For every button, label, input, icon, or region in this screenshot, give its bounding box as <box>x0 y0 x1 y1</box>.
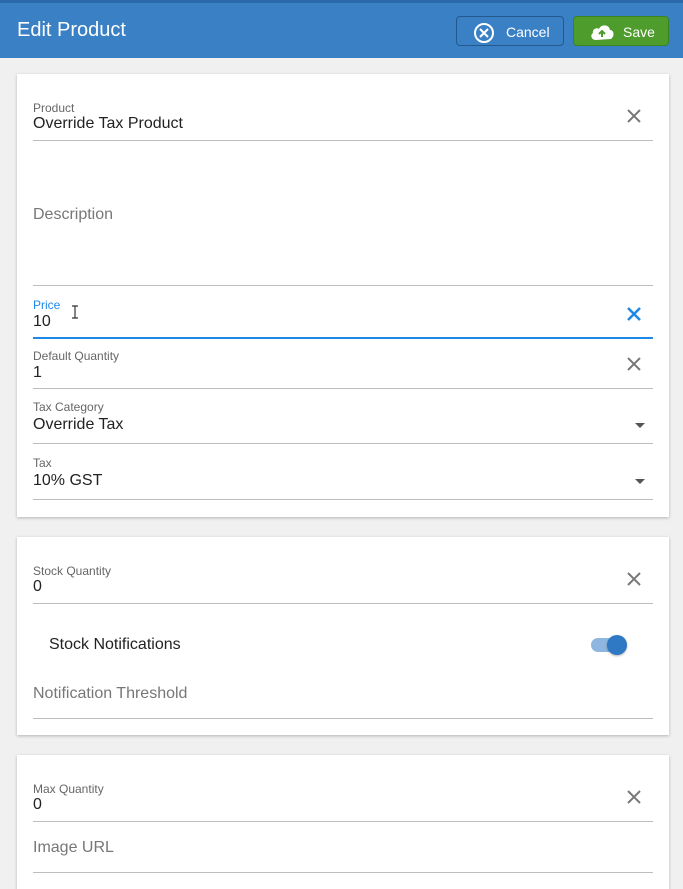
description-underline <box>33 285 653 286</box>
cancel-button[interactable]: Cancel <box>456 16 564 46</box>
stock-notifications-row: Stock Notifications <box>49 634 629 664</box>
product-value: Override Tax Product <box>33 115 183 132</box>
image-url-field[interactable]: Image URL <box>33 837 653 873</box>
max-quantity-underline <box>33 821 653 822</box>
tax-category-underline <box>33 443 653 444</box>
tax-label: Tax <box>33 456 52 470</box>
description-placeholder: Description <box>33 206 114 223</box>
cloud-upload-icon <box>591 25 614 40</box>
notification-threshold-placeholder: Notification Threshold <box>33 685 188 702</box>
text-cursor-icon <box>72 305 78 319</box>
dropdown-caret-icon[interactable] <box>635 423 645 428</box>
description-field[interactable]: Description <box>33 200 653 288</box>
save-button[interactable]: Save <box>573 16 669 46</box>
stock-quantity-field[interactable]: Stock Quantity 0 <box>33 561 653 605</box>
toggle-thumb <box>607 635 627 655</box>
stock-quantity-label: Stock Quantity <box>33 564 112 578</box>
extra-card: Max Quantity 0 Image URL <box>17 755 669 889</box>
default-quantity-underline <box>33 388 653 389</box>
price-underline <box>33 337 653 339</box>
notification-threshold-underline <box>33 718 653 719</box>
image-url-underline <box>33 872 653 873</box>
close-circle-icon <box>474 23 494 43</box>
product-label: Product <box>33 101 75 115</box>
max-quantity-label: Max Quantity <box>33 782 104 796</box>
image-url-placeholder: Image URL <box>33 839 114 856</box>
tax-category-value: Override Tax <box>33 416 124 433</box>
clear-icon[interactable] <box>627 572 641 586</box>
product-field[interactable]: Product Override Tax Product <box>33 98 653 142</box>
tax-underline <box>33 499 653 500</box>
price-label: Price <box>33 298 61 312</box>
stock-quantity-value: 0 <box>33 578 42 595</box>
app-bar: Edit Product Cancel Save <box>0 0 683 58</box>
max-quantity-field[interactable]: Max Quantity 0 <box>33 779 653 823</box>
tax-select[interactable]: Tax 10% GST <box>33 455 653 501</box>
page-title: Edit Product <box>17 19 126 41</box>
clear-icon[interactable] <box>627 790 641 804</box>
stock-card: Stock Quantity 0 Stock Notifications Not… <box>17 537 669 735</box>
cancel-button-label: Cancel <box>506 24 550 40</box>
default-quantity-value: 1 <box>33 364 42 381</box>
default-quantity-label: Default Quantity <box>33 349 120 363</box>
clear-icon[interactable] <box>627 307 641 321</box>
clear-icon[interactable] <box>627 357 641 371</box>
save-button-label: Save <box>623 24 655 40</box>
clear-icon[interactable] <box>627 109 641 123</box>
tax-category-select[interactable]: Tax Category Override Tax <box>33 399 653 445</box>
product-details-card: Product Override Tax Product Description… <box>17 74 669 517</box>
tax-value: 10% GST <box>33 472 103 489</box>
price-field[interactable]: Price 10 <box>33 296 653 340</box>
stock-notifications-label: Stock Notifications <box>49 636 181 653</box>
dropdown-caret-icon[interactable] <box>635 479 645 484</box>
stock-notifications-toggle[interactable] <box>591 634 629 656</box>
notification-threshold-field[interactable]: Notification Threshold <box>33 683 653 719</box>
default-quantity-field[interactable]: Default Quantity 1 <box>33 348 653 390</box>
tax-category-label: Tax Category <box>33 400 104 414</box>
max-quantity-value: 0 <box>33 796 42 813</box>
price-value: 10 <box>33 313 51 330</box>
stock-quantity-underline <box>33 603 653 604</box>
product-underline <box>33 140 653 141</box>
